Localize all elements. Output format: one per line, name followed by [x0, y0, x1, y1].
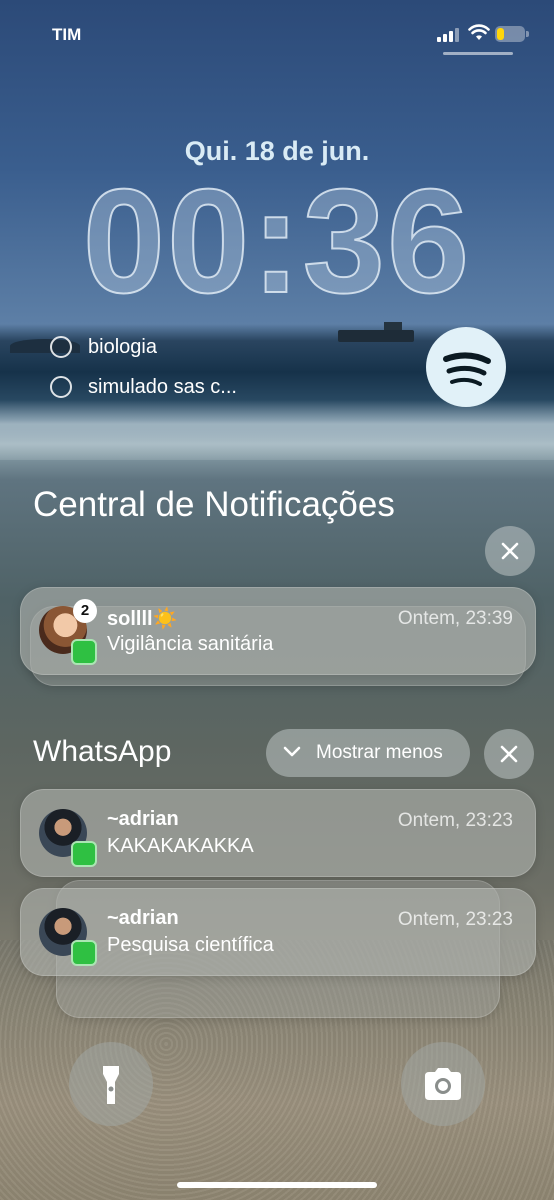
camera-icon	[425, 1068, 461, 1100]
reminder-checkbox-icon[interactable]	[50, 376, 72, 398]
whatsapp-icon	[71, 940, 97, 966]
clear-notifications-button[interactable]	[485, 526, 535, 576]
flashlight-button[interactable]	[69, 1042, 153, 1126]
notification-message: Pesquisa científica	[107, 934, 274, 956]
notification-center-title: Central de Notificações	[33, 485, 395, 524]
notification-message: Vigilância sanitária	[107, 633, 274, 655]
control-center-indicator[interactable]	[443, 52, 513, 55]
flashlight-icon	[103, 1066, 119, 1104]
battery-level	[497, 28, 504, 40]
notification-count-badge: 2	[73, 599, 97, 623]
reminder-label: biologia	[88, 335, 157, 358]
status-bar: TIM	[0, 22, 554, 46]
reminder-label: simulado sas c...	[88, 375, 237, 398]
cellular-signal-icon	[437, 28, 459, 42]
spotify-logo-icon	[443, 352, 491, 386]
whatsapp-icon	[71, 841, 97, 867]
notification-sender: ~adrian	[107, 907, 179, 929]
wifi-icon	[468, 24, 490, 40]
whatsapp-group-title: WhatsApp	[33, 735, 172, 768]
close-icon	[501, 542, 519, 560]
wallpaper-ship	[338, 322, 414, 342]
carrier-label: TIM	[52, 25, 82, 44]
notification-timestamp: Ontem, 23:23	[397, 810, 513, 831]
sun-emoji-icon: ☀️	[152, 608, 178, 630]
battery-icon	[495, 26, 529, 42]
notification-timestamp: Ontem, 23:23	[397, 909, 513, 930]
lock-time: 00:36	[82, 159, 472, 324]
notification-card[interactable]: ~adrian KAKAKAKAKKA Ontem, 23:23	[20, 789, 536, 877]
notification-message: KAKAKAKAKKA	[107, 835, 254, 857]
clear-group-button[interactable]	[484, 729, 534, 779]
home-indicator[interactable]	[177, 1182, 377, 1188]
camera-button[interactable]	[401, 1042, 485, 1126]
reminder-checkbox-icon[interactable]	[50, 336, 72, 358]
notification-card[interactable]: 2 sollll☀️ Vigilância sanitária Ontem, 2…	[20, 587, 536, 675]
close-icon	[500, 745, 518, 763]
notification-sender: sollll	[107, 608, 153, 630]
wallpaper-surf	[0, 400, 554, 460]
notification-timestamp: Ontem, 23:39	[397, 608, 513, 629]
spotify-icon[interactable]	[426, 327, 506, 407]
show-less-label: Mostrar menos	[316, 742, 443, 763]
whatsapp-icon	[71, 639, 97, 665]
notification-sender: ~adrian	[107, 808, 179, 830]
reminder-item[interactable]: biologia	[50, 334, 157, 360]
show-less-button[interactable]: Mostrar menos	[266, 729, 470, 777]
chevron-down-icon	[283, 746, 301, 757]
notification-card[interactable]: ~adrian Pesquisa científica Ontem, 23:23	[20, 888, 536, 976]
reminder-item[interactable]: simulado sas c...	[50, 374, 237, 400]
